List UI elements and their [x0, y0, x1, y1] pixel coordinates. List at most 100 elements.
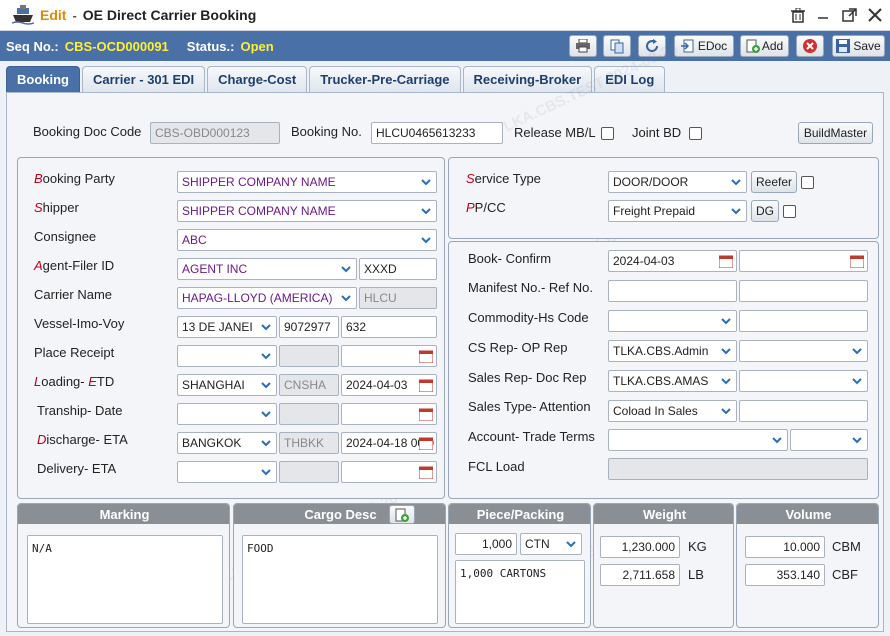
tranship-date[interactable] — [341, 403, 437, 425]
cargo-desc-add-button[interactable] — [389, 505, 415, 524]
manifest-no-input[interactable] — [608, 280, 737, 302]
trade-terms-select[interactable] — [790, 429, 868, 451]
cargo-desc-textarea[interactable]: FOOD — [242, 535, 438, 624]
op-rep-select[interactable] — [739, 340, 868, 362]
book-confirm-label: Book- Confirm — [468, 251, 552, 266]
tranship-date-label: Tranship- Date — [37, 403, 123, 418]
loading-port-select[interactable]: SHANGHAI — [177, 374, 277, 396]
calendar-icon[interactable] — [419, 436, 433, 450]
volume-cbm-input[interactable]: 10.000 — [745, 536, 825, 558]
calendar-icon[interactable] — [419, 378, 433, 392]
cancel-icon — [803, 39, 817, 53]
booking-party-select[interactable]: SHIPPER COMPANY NAME — [177, 171, 437, 193]
loading-etd-label: Loading- ETD — [34, 374, 115, 389]
edoc-button[interactable]: EDoc — [674, 35, 734, 57]
minimize-icon[interactable] — [814, 6, 832, 24]
release-mbl-checkbox[interactable] — [601, 127, 614, 140]
cs-op-rep-label: CS Rep- OP Rep — [468, 340, 568, 355]
ppcc-select[interactable]: Freight Prepaid — [608, 200, 747, 222]
joint-bd-checkbox[interactable] — [689, 127, 702, 140]
dg-checkbox[interactable] — [783, 205, 796, 218]
add-button[interactable]: Add — [740, 35, 789, 57]
sales-type-select[interactable]: Coload In Sales — [608, 400, 737, 422]
eta-input[interactable]: 2024-04-18 00:0 — [341, 432, 437, 454]
fcl-load-label: FCL Load — [468, 459, 525, 474]
close-icon[interactable] — [866, 6, 884, 24]
piece-textarea[interactable]: 1,000 CARTONS — [455, 560, 585, 624]
save-button[interactable]: Save — [832, 35, 885, 57]
tab-booking[interactable]: Booking — [6, 66, 80, 92]
title-separator: - — [72, 7, 77, 23]
calendar-icon[interactable] — [419, 465, 433, 479]
voyage-input[interactable]: 632 — [341, 316, 437, 338]
delete-button[interactable] — [796, 35, 824, 57]
discharge-port-code: THBKK — [279, 432, 339, 454]
chevron-down-icon — [769, 432, 785, 448]
weight-kg-input[interactable]: 1,230.000 — [600, 536, 680, 558]
chevron-down-icon — [258, 377, 274, 393]
cs-rep-select[interactable]: TLKA.CBS.Admin — [608, 340, 737, 362]
calendar-icon[interactable] — [419, 407, 433, 421]
consignee-select[interactable]: ABC — [177, 229, 437, 251]
volume-header: Volume — [737, 504, 878, 524]
buildmaster-button[interactable]: BuildMaster — [798, 122, 873, 144]
reefer-checkbox[interactable] — [801, 176, 814, 189]
volume-panel: Volume 10.000 CBM 353.140 CBF — [736, 503, 879, 628]
print-button[interactable] — [569, 35, 597, 57]
delivery-select[interactable] — [177, 461, 277, 483]
discharge-port-select[interactable]: BANGKOK — [177, 432, 277, 454]
packing-select[interactable]: CTN — [520, 533, 582, 555]
etd-input[interactable]: 2024-04-03 — [341, 374, 437, 396]
weight-header: Weight — [594, 504, 733, 524]
filer-id-input[interactable]: XXXD — [359, 258, 437, 280]
copy-button[interactable] — [603, 35, 631, 57]
chevron-down-icon — [849, 373, 865, 389]
calendar-icon[interactable] — [719, 254, 733, 268]
confirm-date-input[interactable] — [739, 250, 868, 272]
volume-cbf-input[interactable]: 353.140 — [745, 564, 825, 586]
hs-code-input[interactable] — [739, 310, 868, 332]
piece-packing-header: Piece/Packing — [449, 504, 590, 524]
seq-value: CBS-OCD000091 — [64, 38, 169, 54]
sales-type-attention-label: Sales Type- Attention — [468, 399, 591, 414]
vessel-select[interactable]: 13 DE JANEI — [177, 316, 277, 338]
delivery-eta[interactable] — [341, 461, 437, 483]
reefer-button[interactable]: Reefer — [751, 171, 797, 193]
doc-rep-select[interactable] — [739, 370, 868, 392]
carrier-select[interactable]: HAPAG-LLOYD (AMERICA) — [177, 287, 357, 309]
chevron-down-icon — [338, 290, 354, 306]
pieces-input[interactable]: 1,000 — [455, 533, 517, 555]
dg-button[interactable]: DG — [751, 200, 779, 222]
booking-no-input[interactable]: HLCU0465613233 — [371, 122, 503, 144]
booking-form: TLKA.CBS.TEST 2024-08-26 TLKA.CBS.TEST 2… — [6, 40, 884, 632]
shipper-select[interactable]: SHIPPER COMPANY NAME — [177, 200, 437, 222]
agent-select[interactable]: AGENT INC — [177, 258, 357, 280]
imo-input[interactable]: 9072977 — [279, 316, 339, 338]
tranship-select[interactable] — [177, 403, 277, 425]
tab-trucker-pre-carriage[interactable]: Trucker-Pre-Carriage — [309, 66, 461, 92]
marking-textarea[interactable]: N/A — [27, 535, 223, 624]
place-receipt-select[interactable] — [177, 345, 277, 367]
account-select[interactable] — [608, 429, 788, 451]
tab-edi-log[interactable]: EDI Log — [594, 66, 666, 92]
commodity-select[interactable] — [608, 310, 737, 332]
tab-carrier-301-edi[interactable]: Carrier - 301 EDI — [82, 66, 206, 92]
trash-icon[interactable] — [789, 6, 807, 24]
calendar-icon[interactable] — [850, 254, 864, 268]
calendar-icon[interactable] — [419, 349, 433, 363]
mode-label: Edit — [40, 7, 67, 23]
tab-receiving-broker[interactable]: Receiving-Broker — [462, 66, 593, 92]
attention-input[interactable] — [739, 400, 868, 422]
tab-charge-cost[interactable]: Charge-Cost — [207, 66, 308, 92]
place-receipt-date[interactable] — [341, 345, 437, 367]
book-date-input[interactable]: 2024-04-03 — [608, 250, 737, 272]
refresh-button[interactable] — [638, 35, 666, 57]
place-receipt-label: Place Receipt — [34, 345, 115, 360]
service-type-select[interactable]: DOOR/DOOR — [608, 171, 747, 193]
sales-rep-select[interactable]: TLKA.CBS.AMAS — [608, 370, 737, 392]
carrier-name-label: Carrier Name — [34, 287, 113, 302]
refresh-icon — [646, 39, 659, 53]
ref-no-input[interactable] — [739, 280, 868, 302]
weight-lb-input[interactable]: 2,711.658 — [600, 564, 680, 586]
maximize-icon[interactable] — [840, 6, 858, 24]
